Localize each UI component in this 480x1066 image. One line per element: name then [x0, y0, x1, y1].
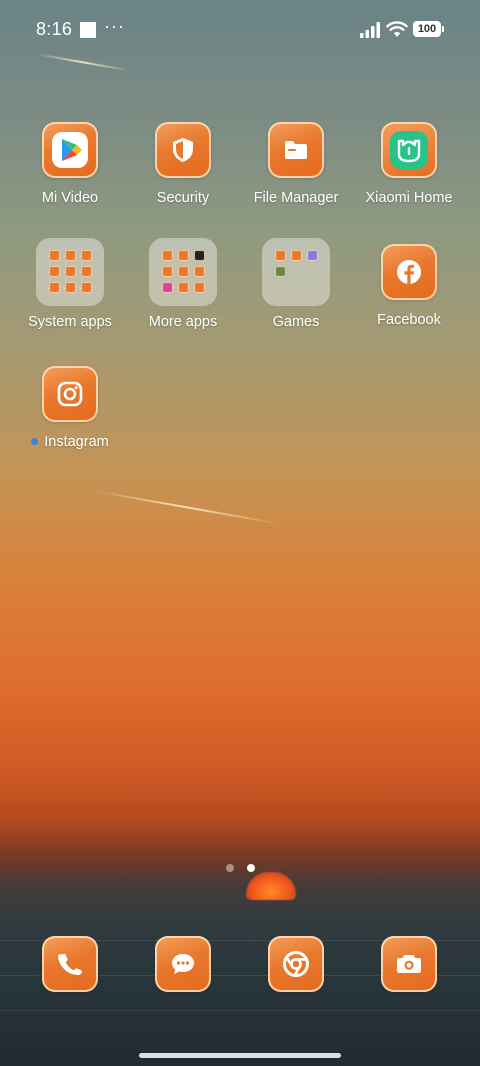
battery-icon: 100 — [413, 21, 444, 37]
app-label-text: Instagram — [44, 434, 109, 450]
mini-app-icon — [291, 250, 302, 261]
instagram-icon — [42, 366, 98, 422]
app-label: System apps — [28, 314, 112, 330]
app-instagram[interactable]: Instagram — [14, 366, 126, 450]
app-security[interactable]: Security — [127, 122, 239, 206]
app-xiaomi-home[interactable]: Xiaomi Home — [353, 122, 465, 206]
folder-icon — [268, 122, 324, 178]
status-bar: 8:16 ··· 100 — [0, 0, 480, 60]
wallpaper-wave — [0, 1010, 480, 1011]
chrome-icon — [268, 936, 324, 992]
status-time: 8:16 — [36, 19, 73, 39]
wallpaper-sun — [246, 872, 296, 900]
mini-app-icon — [81, 266, 92, 277]
new-install-dot — [31, 438, 39, 445]
dock-messages[interactable] — [127, 936, 239, 992]
mini-app-icon — [65, 250, 76, 261]
folder-system-apps[interactable]: System apps — [14, 238, 126, 330]
dock-chrome[interactable] — [240, 936, 352, 992]
dock-camera[interactable] — [353, 936, 465, 992]
mini-app-icon — [307, 250, 318, 261]
app-label: Facebook — [377, 312, 441, 328]
mini-app-icon — [178, 266, 189, 277]
folder-more-apps[interactable]: More apps — [127, 238, 239, 330]
app-file-manager[interactable]: File Manager — [240, 122, 352, 206]
mini-app-icon — [49, 250, 60, 261]
mini-app-icon — [275, 250, 286, 261]
messages-icon — [155, 936, 211, 992]
app-mi-video[interactable]: Mi Video — [14, 122, 126, 206]
folder-icon-grid — [262, 238, 330, 306]
page-dot-1[interactable] — [225, 864, 234, 872]
app-label: Games — [272, 314, 320, 330]
app-label: Security — [156, 190, 210, 206]
dock-phone[interactable] — [14, 936, 126, 992]
mini-app-icon — [194, 250, 205, 261]
app-label: File Manager — [253, 190, 339, 206]
phone-icon — [42, 936, 98, 992]
mini-app-icon — [162, 282, 173, 293]
home-gesture-bar[interactable] — [139, 1053, 341, 1058]
mini-app-icon — [178, 282, 189, 293]
overflow-notifications-icon: ··· — [104, 16, 125, 36]
app-label: Xiaomi Home — [365, 190, 453, 206]
security-shield-icon — [155, 122, 211, 178]
mini-app-icon — [65, 266, 76, 277]
page-indicator — [0, 864, 480, 872]
page-dot-2-active[interactable] — [246, 864, 255, 872]
wifi-icon — [386, 21, 408, 37]
mini-app-icon — [194, 282, 205, 293]
xiaomi-home-icon — [381, 122, 437, 178]
mini-app-icon — [49, 266, 60, 277]
mini-app-icon — [49, 282, 60, 293]
facebook-icon — [381, 244, 437, 300]
mini-app-icon — [178, 250, 189, 261]
wallpaper-streak — [93, 490, 282, 525]
mi-video-icon — [42, 122, 98, 178]
camera-icon — [381, 936, 437, 992]
mini-app-icon — [81, 282, 92, 293]
mini-app-icon — [275, 266, 286, 277]
mini-app-icon — [194, 266, 205, 277]
app-label: More apps — [148, 314, 218, 330]
mini-app-icon — [162, 266, 173, 277]
app-facebook[interactable]: Facebook — [353, 244, 465, 328]
folder-icon-grid — [36, 238, 104, 306]
notification-square-icon — [80, 22, 96, 38]
signal-icon — [360, 22, 380, 38]
folder-games[interactable]: Games — [240, 238, 352, 330]
app-label: Instagram — [14, 434, 126, 450]
app-label: Mi Video — [41, 190, 99, 206]
mini-app-icon — [162, 250, 173, 261]
folder-icon-grid — [149, 238, 217, 306]
mini-app-icon — [81, 250, 92, 261]
mini-app-icon — [65, 282, 76, 293]
